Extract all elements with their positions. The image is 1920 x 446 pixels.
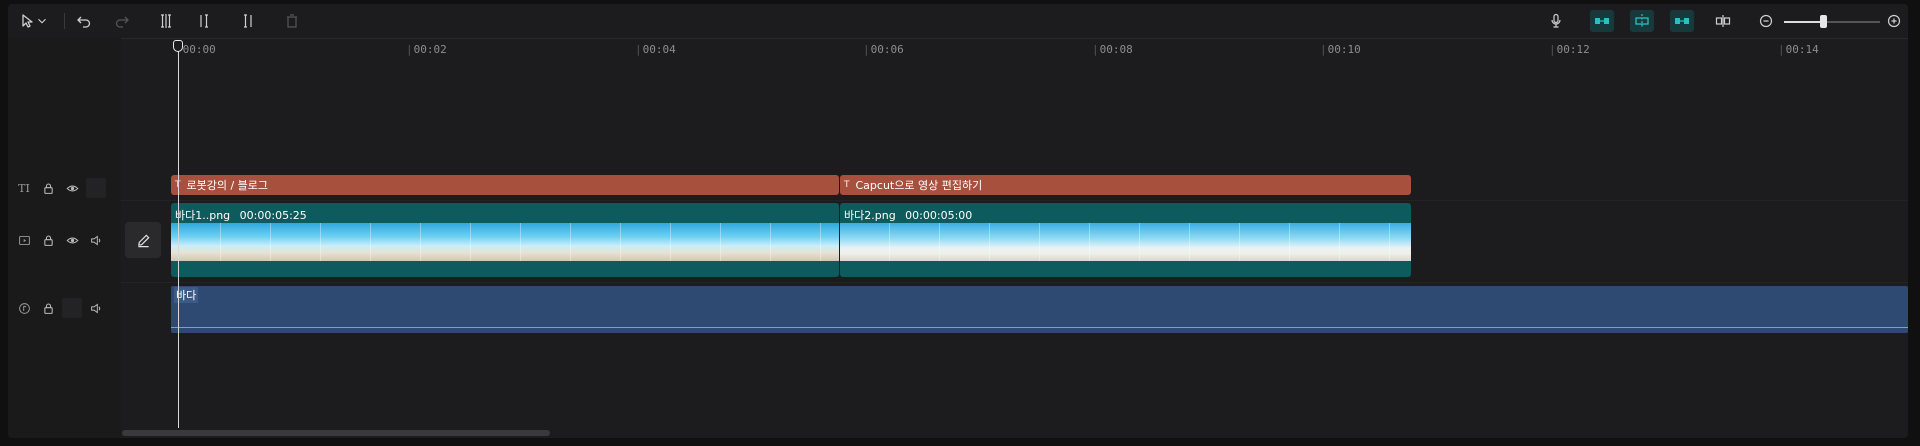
video-thumbnails bbox=[840, 223, 1411, 261]
delete-icon[interactable] bbox=[280, 10, 304, 32]
preview-axis-icon[interactable] bbox=[1711, 10, 1735, 32]
linkage-icon[interactable] bbox=[1670, 10, 1694, 32]
zoom-in-icon[interactable] bbox=[1882, 10, 1906, 32]
video-clip-name: 바다2.png bbox=[844, 209, 896, 222]
timeline-panel: TI 00:00 00:02 00:04 00:06 00:08 00:10 0… bbox=[8, 4, 1908, 438]
undo-icon[interactable] bbox=[72, 10, 96, 32]
video-clip-name: 바다1..png bbox=[175, 209, 231, 222]
dropdown-chevron-icon[interactable] bbox=[35, 10, 49, 32]
lock-icon[interactable] bbox=[38, 230, 58, 250]
text-track-controls: TI bbox=[14, 178, 106, 198]
ruler-tick: 00:02 bbox=[406, 43, 447, 56]
timeline-toolbar bbox=[8, 4, 1908, 39]
thumbnail bbox=[771, 223, 821, 261]
lock-icon[interactable] bbox=[38, 178, 58, 198]
thumbnail bbox=[271, 223, 321, 261]
delete-right-icon[interactable] bbox=[236, 10, 260, 32]
lock-icon[interactable] bbox=[38, 298, 58, 318]
thumbnail bbox=[571, 223, 621, 261]
video-clip-duration: 00:00:05:25 bbox=[239, 209, 307, 222]
thumbnail bbox=[621, 223, 671, 261]
thumbnail bbox=[421, 223, 471, 261]
video-clip-label: 바다1..png 00:00:05:25 bbox=[175, 207, 313, 223]
time-ruler[interactable]: 00:00 00:02 00:04 00:06 00:08 00:10 00:1… bbox=[121, 38, 1908, 62]
thumbnail bbox=[221, 223, 271, 261]
video-track-controls bbox=[14, 230, 106, 250]
text-track-icon: TI bbox=[18, 181, 30, 195]
pencil-icon bbox=[137, 233, 150, 247]
horizontal-scrollbar[interactable] bbox=[122, 430, 550, 436]
track-header-column: TI bbox=[8, 38, 121, 438]
ruler-tick: 00:12 bbox=[1549, 43, 1590, 56]
ruler-tick: 00:14 bbox=[1778, 43, 1819, 56]
lane-divider bbox=[121, 282, 1908, 283]
thumbnail bbox=[821, 223, 839, 261]
delete-left-icon[interactable] bbox=[192, 10, 216, 32]
thumbnail bbox=[671, 223, 721, 261]
text-clip-label: 로봇강의 / 블로그 bbox=[186, 179, 269, 192]
eye-icon[interactable] bbox=[62, 178, 82, 198]
thumbnail bbox=[1340, 223, 1390, 261]
ruler-tick: 00:10 bbox=[1320, 43, 1361, 56]
video-clip[interactable]: 바다1..png 00:00:05:25 bbox=[171, 203, 839, 277]
thumbnail bbox=[1090, 223, 1140, 261]
thumbnail bbox=[940, 223, 990, 261]
playhead-handle[interactable] bbox=[173, 40, 183, 52]
empty-slot bbox=[62, 298, 82, 318]
toolbar-divider bbox=[64, 13, 65, 29]
thumbnail bbox=[1190, 223, 1240, 261]
split-icon[interactable] bbox=[154, 10, 178, 32]
main-track-magnet-icon[interactable] bbox=[1590, 10, 1614, 32]
text-clip[interactable]: T 로봇강의 / 블로그 bbox=[171, 175, 839, 195]
text-clip-icon: T bbox=[844, 180, 850, 190]
thumbnail bbox=[990, 223, 1040, 261]
thumbnail bbox=[840, 223, 890, 261]
thumbnail bbox=[1040, 223, 1090, 261]
video-clip-label: 바다2.png 00:00:05:00 bbox=[844, 207, 978, 223]
speaker-icon[interactable] bbox=[86, 298, 106, 318]
thumbnail bbox=[1140, 223, 1190, 261]
microphone-icon[interactable] bbox=[1544, 10, 1568, 32]
thumbnail bbox=[1390, 223, 1411, 261]
zoom-out-icon[interactable] bbox=[1754, 10, 1778, 32]
ruler-tick: 00:08 bbox=[1092, 43, 1133, 56]
auto-snap-icon[interactable] bbox=[1630, 10, 1654, 32]
zoom-slider-fill bbox=[1784, 21, 1822, 23]
ruler-tick: 00:04 bbox=[635, 43, 676, 56]
thumbnail bbox=[1240, 223, 1290, 261]
text-clip[interactable]: T Capcut으로 영상 편집하기 bbox=[840, 175, 1411, 195]
thumbnail bbox=[321, 223, 371, 261]
thumbnail bbox=[1290, 223, 1340, 261]
video-thumbnails bbox=[171, 223, 839, 261]
audio-clip[interactable]: 바다 bbox=[171, 286, 1908, 333]
redo-icon[interactable] bbox=[110, 10, 134, 32]
video-track-icon bbox=[14, 230, 34, 250]
speaker-icon[interactable] bbox=[86, 230, 106, 250]
text-clip-label: Capcut으로 영상 편집하기 bbox=[855, 179, 983, 192]
zoom-slider-handle[interactable] bbox=[1820, 15, 1827, 28]
thumbnail bbox=[521, 223, 571, 261]
audio-waveform bbox=[171, 327, 1908, 328]
thumbnail bbox=[471, 223, 521, 261]
video-clip[interactable]: 바다2.png 00:00:05:00 bbox=[840, 203, 1411, 277]
eye-icon[interactable] bbox=[62, 230, 82, 250]
cover-edit-button[interactable] bbox=[125, 222, 161, 258]
thumbnail bbox=[371, 223, 421, 261]
video-clip-duration: 00:00:05:00 bbox=[905, 209, 973, 222]
audio-track-controls bbox=[14, 298, 106, 318]
lane-divider bbox=[121, 200, 1908, 201]
thumbnail bbox=[890, 223, 940, 261]
music-track-icon bbox=[14, 298, 34, 318]
empty-slot bbox=[86, 178, 106, 198]
ruler-tick: 00:06 bbox=[863, 43, 904, 56]
thumbnail bbox=[721, 223, 771, 261]
playhead-line[interactable] bbox=[178, 42, 179, 428]
